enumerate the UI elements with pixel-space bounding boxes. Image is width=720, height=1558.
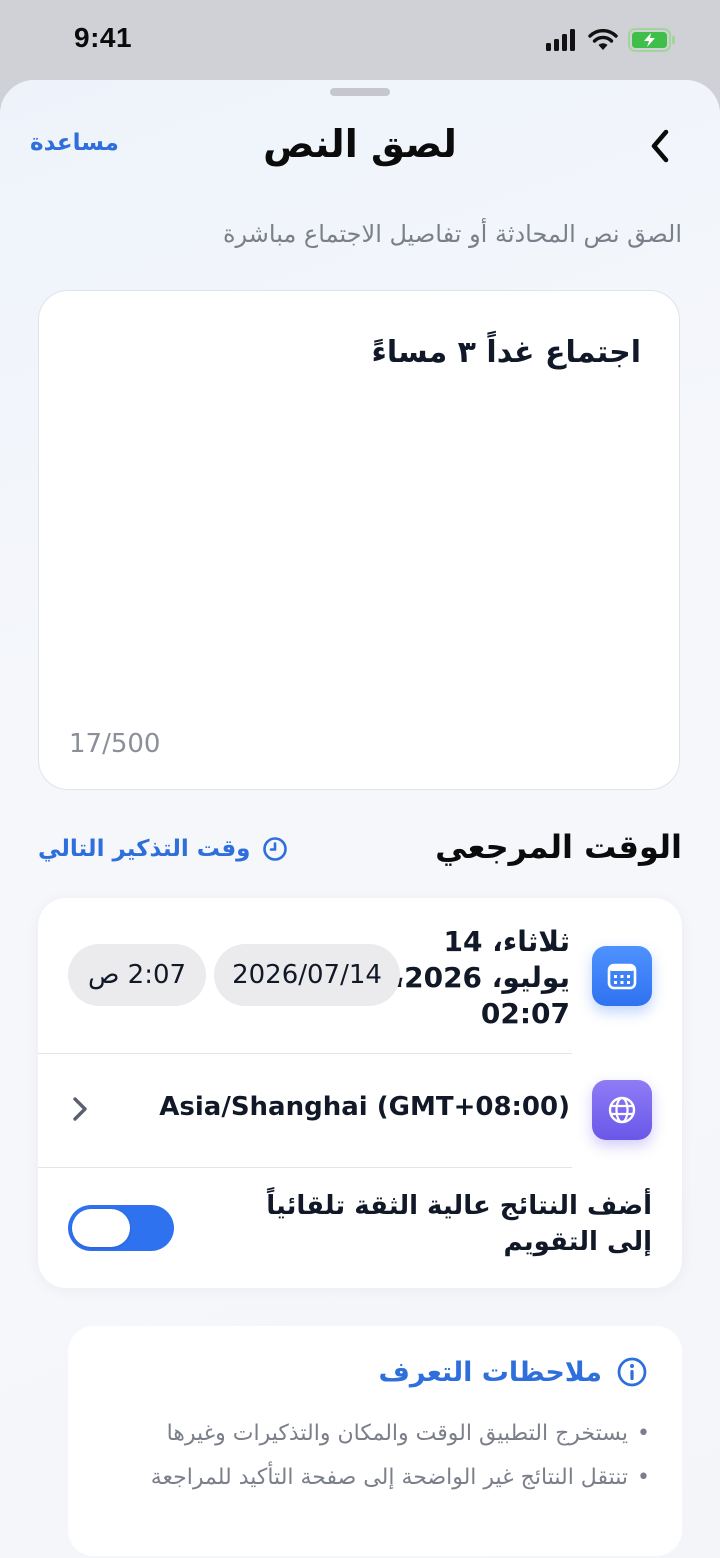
pasted-text[interactable]: اجتماع غداً ٣ مساءً (372, 335, 641, 370)
time-picker-button[interactable]: 2:07 ص (68, 944, 206, 1006)
notes-list: يستخرج التطبيق الوقت والمكان والتذكيرات … (90, 1418, 650, 1506)
sheet-grabber[interactable] (330, 88, 390, 96)
toggle-knob (72, 1209, 130, 1247)
datetime-line-2: يوليو، 2026، (393, 961, 570, 994)
paste-text-area[interactable]: اجتماع غداً ٣ مساءً 17/500 (38, 290, 680, 790)
status-icons (546, 28, 676, 52)
calendar-icon (607, 963, 637, 990)
auto-add-label: أضف النتائج عالية الثقة تلقائياً إلى الت… (252, 1188, 652, 1260)
timezone-row[interactable]: Asia/Shanghai (GMT+08:00) (38, 1054, 682, 1168)
globe-icon-tile (592, 1080, 652, 1140)
wifi-icon (588, 29, 618, 50)
notes-title: ملاحظات التعرف (378, 1356, 602, 1388)
clock-icon (263, 837, 288, 861)
date-picker-button[interactable]: 2026/07/14 (214, 944, 400, 1006)
calendar-icon-tile (592, 946, 652, 1006)
recognition-notes-card: ملاحظات التعرف يستخرج التطبيق الوقت والم… (68, 1326, 682, 1556)
notes-header: ملاحظات التعرف (379, 1356, 648, 1388)
next-reminder-time-button[interactable]: وقت التذكير التالي (38, 836, 288, 862)
note-item: يستخرج التطبيق الوقت والمكان والتذكيرات … (90, 1418, 650, 1450)
reference-time-title: الوقت المرجعي (435, 828, 682, 866)
character-count: 17/500 (69, 729, 161, 759)
auto-add-label-line-1: أضف النتائج عالية الثقة تلقائياً (266, 1191, 652, 1221)
signal-icon (546, 29, 575, 51)
note-item: تنتقل النتائج غير الواضحة إلى صفحة التأك… (90, 1462, 650, 1494)
datetime-line-1: ثلاثاء، 14 (443, 925, 570, 958)
next-reminder-label: وقت التذكير التالي (38, 836, 251, 862)
page-title: لصق النص (263, 122, 457, 166)
auto-add-toggle[interactable] (68, 1205, 174, 1251)
timezone-value: Asia/Shanghai (GMT+08:00) (159, 1092, 570, 1122)
datetime-row: ثلاثاء، 14 يوليو، 2026، 02:07 2026/07/14… (38, 898, 682, 1054)
datetime-line-3: 02:07 (480, 997, 570, 1030)
page-subtitle: الصق نص المحادثة أو تفاصيل الاجتماع مباش… (222, 220, 682, 248)
chevron-right-icon (73, 1097, 87, 1121)
back-chevron-icon (651, 129, 669, 163)
back-button[interactable] (640, 124, 680, 168)
status-bar: 9:41 (0, 0, 720, 80)
globe-icon (608, 1096, 636, 1124)
reference-time-card: ثلاثاء، 14 يوليو، 2026، 02:07 2026/07/14… (38, 898, 682, 1288)
paste-text-sheet: مساعدة لصق النص الصق نص المحادثة أو تفاص… (0, 80, 720, 1558)
info-icon (617, 1357, 647, 1387)
battery-icon (628, 28, 675, 52)
reference-datetime-text: ثلاثاء، 14 يوليو، 2026، 02:07 (370, 924, 570, 1032)
auto-add-label-line-2: إلى التقويم (503, 1227, 652, 1257)
status-time: 9:41 (74, 22, 133, 53)
auto-add-row: أضف النتائج عالية الثقة تلقائياً إلى الت… (38, 1168, 682, 1288)
